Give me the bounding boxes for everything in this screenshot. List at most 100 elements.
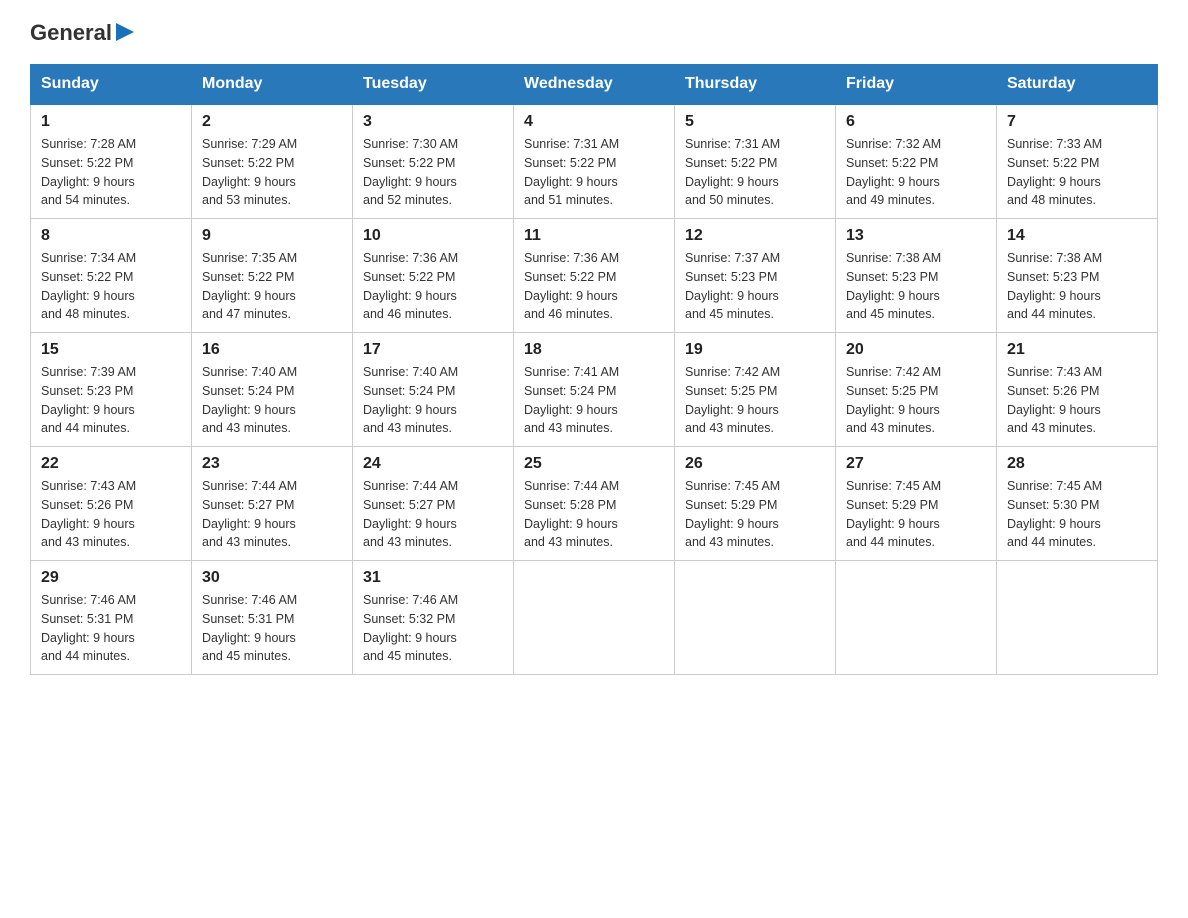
- calendar-cell: 3 Sunrise: 7:30 AM Sunset: 5:22 PM Dayli…: [353, 104, 514, 219]
- calendar-cell: 18 Sunrise: 7:41 AM Sunset: 5:24 PM Dayl…: [514, 333, 675, 447]
- calendar-cell: 4 Sunrise: 7:31 AM Sunset: 5:22 PM Dayli…: [514, 104, 675, 219]
- day-info: Sunrise: 7:42 AM Sunset: 5:25 PM Dayligh…: [685, 363, 825, 438]
- day-info: Sunrise: 7:46 AM Sunset: 5:31 PM Dayligh…: [202, 591, 342, 666]
- calendar-cell: 21 Sunrise: 7:43 AM Sunset: 5:26 PM Dayl…: [997, 333, 1158, 447]
- day-number: 10: [363, 227, 503, 245]
- logo: General: [30, 20, 134, 46]
- day-info: Sunrise: 7:45 AM Sunset: 5:29 PM Dayligh…: [685, 477, 825, 552]
- day-number: 29: [41, 569, 181, 587]
- calendar-cell: 28 Sunrise: 7:45 AM Sunset: 5:30 PM Dayl…: [997, 447, 1158, 561]
- col-header-saturday: Saturday: [997, 65, 1158, 105]
- logo-arrow-icon: [116, 23, 134, 41]
- day-number: 8: [41, 227, 181, 245]
- calendar-cell: [514, 561, 675, 675]
- day-number: 9: [202, 227, 342, 245]
- calendar-week-row: 29 Sunrise: 7:46 AM Sunset: 5:31 PM Dayl…: [31, 561, 1158, 675]
- logo-general: General: [30, 20, 112, 46]
- col-header-wednesday: Wednesday: [514, 65, 675, 105]
- calendar-cell: 14 Sunrise: 7:38 AM Sunset: 5:23 PM Dayl…: [997, 219, 1158, 333]
- day-number: 11: [524, 227, 664, 245]
- calendar-cell: [675, 561, 836, 675]
- calendar-cell: 26 Sunrise: 7:45 AM Sunset: 5:29 PM Dayl…: [675, 447, 836, 561]
- day-info: Sunrise: 7:40 AM Sunset: 5:24 PM Dayligh…: [363, 363, 503, 438]
- calendar-week-row: 22 Sunrise: 7:43 AM Sunset: 5:26 PM Dayl…: [31, 447, 1158, 561]
- day-info: Sunrise: 7:29 AM Sunset: 5:22 PM Dayligh…: [202, 135, 342, 210]
- day-info: Sunrise: 7:46 AM Sunset: 5:32 PM Dayligh…: [363, 591, 503, 666]
- day-info: Sunrise: 7:28 AM Sunset: 5:22 PM Dayligh…: [41, 135, 181, 210]
- calendar-cell: 5 Sunrise: 7:31 AM Sunset: 5:22 PM Dayli…: [675, 104, 836, 219]
- day-number: 25: [524, 455, 664, 473]
- col-header-monday: Monday: [192, 65, 353, 105]
- day-info: Sunrise: 7:38 AM Sunset: 5:23 PM Dayligh…: [846, 249, 986, 324]
- calendar-cell: 20 Sunrise: 7:42 AM Sunset: 5:25 PM Dayl…: [836, 333, 997, 447]
- day-info: Sunrise: 7:35 AM Sunset: 5:22 PM Dayligh…: [202, 249, 342, 324]
- calendar-cell: 10 Sunrise: 7:36 AM Sunset: 5:22 PM Dayl…: [353, 219, 514, 333]
- calendar-cell: 31 Sunrise: 7:46 AM Sunset: 5:32 PM Dayl…: [353, 561, 514, 675]
- day-info: Sunrise: 7:44 AM Sunset: 5:27 PM Dayligh…: [202, 477, 342, 552]
- day-info: Sunrise: 7:43 AM Sunset: 5:26 PM Dayligh…: [41, 477, 181, 552]
- day-number: 27: [846, 455, 986, 473]
- day-number: 2: [202, 113, 342, 131]
- calendar-week-row: 8 Sunrise: 7:34 AM Sunset: 5:22 PM Dayli…: [31, 219, 1158, 333]
- day-info: Sunrise: 7:42 AM Sunset: 5:25 PM Dayligh…: [846, 363, 986, 438]
- day-number: 1: [41, 113, 181, 131]
- day-info: Sunrise: 7:38 AM Sunset: 5:23 PM Dayligh…: [1007, 249, 1147, 324]
- day-number: 23: [202, 455, 342, 473]
- calendar-week-row: 15 Sunrise: 7:39 AM Sunset: 5:23 PM Dayl…: [31, 333, 1158, 447]
- day-number: 5: [685, 113, 825, 131]
- day-info: Sunrise: 7:37 AM Sunset: 5:23 PM Dayligh…: [685, 249, 825, 324]
- calendar-cell: 13 Sunrise: 7:38 AM Sunset: 5:23 PM Dayl…: [836, 219, 997, 333]
- col-header-tuesday: Tuesday: [353, 65, 514, 105]
- calendar-cell: 17 Sunrise: 7:40 AM Sunset: 5:24 PM Dayl…: [353, 333, 514, 447]
- calendar-cell: 22 Sunrise: 7:43 AM Sunset: 5:26 PM Dayl…: [31, 447, 192, 561]
- day-number: 13: [846, 227, 986, 245]
- day-info: Sunrise: 7:41 AM Sunset: 5:24 PM Dayligh…: [524, 363, 664, 438]
- calendar-week-row: 1 Sunrise: 7:28 AM Sunset: 5:22 PM Dayli…: [31, 104, 1158, 219]
- day-info: Sunrise: 7:36 AM Sunset: 5:22 PM Dayligh…: [363, 249, 503, 324]
- day-info: Sunrise: 7:31 AM Sunset: 5:22 PM Dayligh…: [685, 135, 825, 210]
- col-header-thursday: Thursday: [675, 65, 836, 105]
- day-number: 6: [846, 113, 986, 131]
- day-info: Sunrise: 7:44 AM Sunset: 5:27 PM Dayligh…: [363, 477, 503, 552]
- calendar-header-row: SundayMondayTuesdayWednesdayThursdayFrid…: [31, 65, 1158, 105]
- day-info: Sunrise: 7:31 AM Sunset: 5:22 PM Dayligh…: [524, 135, 664, 210]
- day-number: 4: [524, 113, 664, 131]
- day-info: Sunrise: 7:43 AM Sunset: 5:26 PM Dayligh…: [1007, 363, 1147, 438]
- day-number: 28: [1007, 455, 1147, 473]
- col-header-sunday: Sunday: [31, 65, 192, 105]
- calendar-cell: 29 Sunrise: 7:46 AM Sunset: 5:31 PM Dayl…: [31, 561, 192, 675]
- day-number: 22: [41, 455, 181, 473]
- calendar-cell: 15 Sunrise: 7:39 AM Sunset: 5:23 PM Dayl…: [31, 333, 192, 447]
- day-info: Sunrise: 7:45 AM Sunset: 5:30 PM Dayligh…: [1007, 477, 1147, 552]
- day-info: Sunrise: 7:39 AM Sunset: 5:23 PM Dayligh…: [41, 363, 181, 438]
- calendar-cell: 9 Sunrise: 7:35 AM Sunset: 5:22 PM Dayli…: [192, 219, 353, 333]
- calendar-cell: 27 Sunrise: 7:45 AM Sunset: 5:29 PM Dayl…: [836, 447, 997, 561]
- day-info: Sunrise: 7:33 AM Sunset: 5:22 PM Dayligh…: [1007, 135, 1147, 210]
- calendar-cell: 6 Sunrise: 7:32 AM Sunset: 5:22 PM Dayli…: [836, 104, 997, 219]
- calendar-cell: 12 Sunrise: 7:37 AM Sunset: 5:23 PM Dayl…: [675, 219, 836, 333]
- calendar-cell: 23 Sunrise: 7:44 AM Sunset: 5:27 PM Dayl…: [192, 447, 353, 561]
- day-number: 17: [363, 341, 503, 359]
- calendar-cell: 8 Sunrise: 7:34 AM Sunset: 5:22 PM Dayli…: [31, 219, 192, 333]
- day-info: Sunrise: 7:45 AM Sunset: 5:29 PM Dayligh…: [846, 477, 986, 552]
- day-number: 31: [363, 569, 503, 587]
- day-number: 7: [1007, 113, 1147, 131]
- calendar-cell: 25 Sunrise: 7:44 AM Sunset: 5:28 PM Dayl…: [514, 447, 675, 561]
- day-number: 3: [363, 113, 503, 131]
- calendar-cell: [836, 561, 997, 675]
- calendar-cell: 16 Sunrise: 7:40 AM Sunset: 5:24 PM Dayl…: [192, 333, 353, 447]
- day-info: Sunrise: 7:40 AM Sunset: 5:24 PM Dayligh…: [202, 363, 342, 438]
- day-number: 16: [202, 341, 342, 359]
- day-number: 19: [685, 341, 825, 359]
- day-number: 12: [685, 227, 825, 245]
- day-number: 14: [1007, 227, 1147, 245]
- day-number: 30: [202, 569, 342, 587]
- calendar-cell: 2 Sunrise: 7:29 AM Sunset: 5:22 PM Dayli…: [192, 104, 353, 219]
- calendar-cell: 30 Sunrise: 7:46 AM Sunset: 5:31 PM Dayl…: [192, 561, 353, 675]
- day-info: Sunrise: 7:32 AM Sunset: 5:22 PM Dayligh…: [846, 135, 986, 210]
- page-header: General: [30, 20, 1158, 46]
- day-number: 21: [1007, 341, 1147, 359]
- day-number: 26: [685, 455, 825, 473]
- calendar-cell: 1 Sunrise: 7:28 AM Sunset: 5:22 PM Dayli…: [31, 104, 192, 219]
- day-info: Sunrise: 7:36 AM Sunset: 5:22 PM Dayligh…: [524, 249, 664, 324]
